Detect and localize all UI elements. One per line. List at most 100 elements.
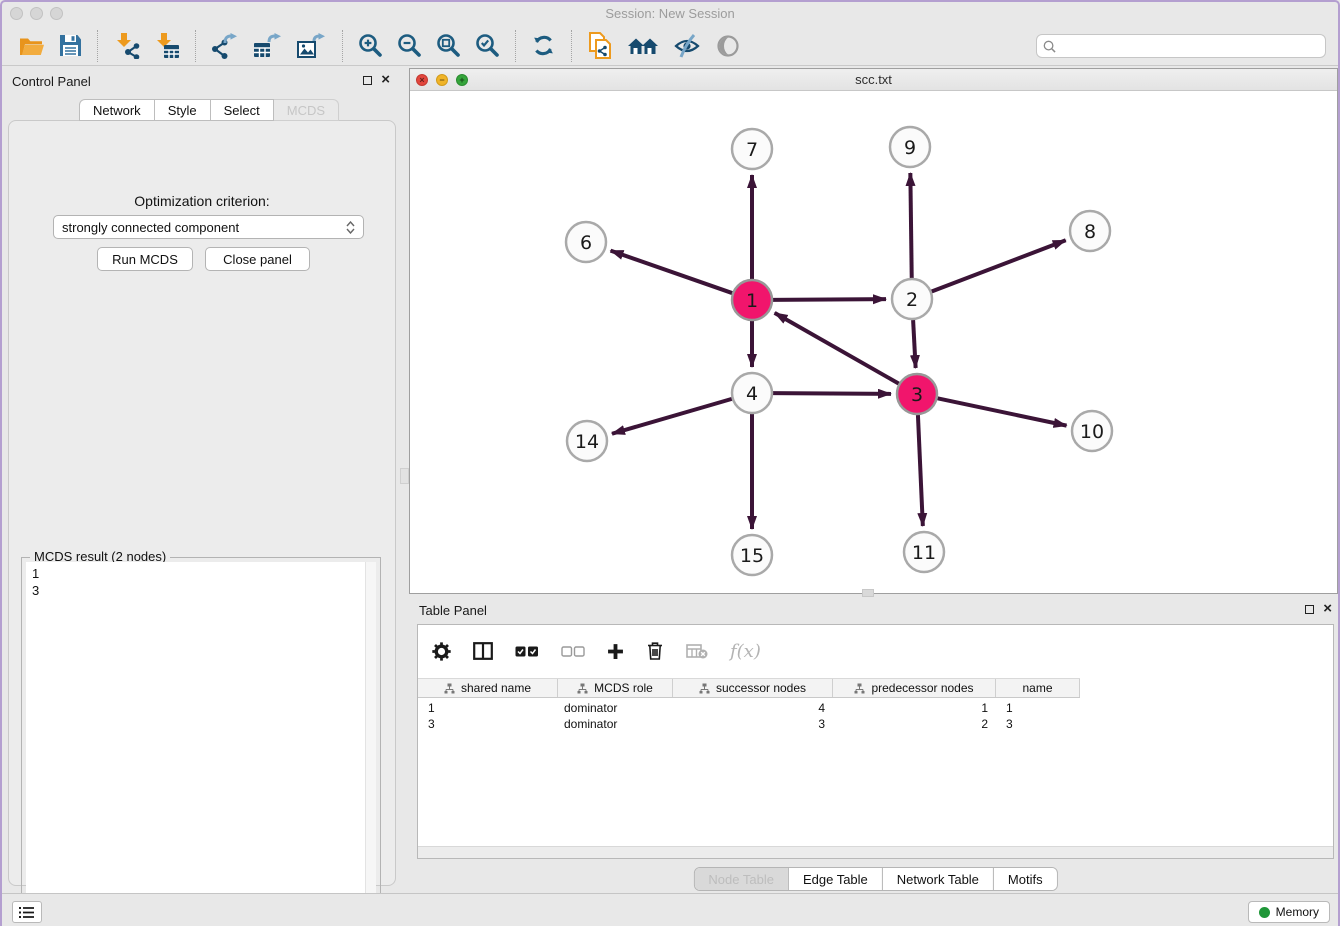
graph-node-6[interactable]: 6 — [566, 222, 606, 262]
export-table-button[interactable] — [253, 30, 283, 62]
column-header-predecessor-nodes[interactable]: predecessor nodes — [833, 679, 996, 697]
column-header-name[interactable]: name — [996, 679, 1080, 697]
node-table-container: f(x) shared name MCDS role successor nod… — [417, 624, 1334, 859]
table-settings-button[interactable] — [432, 642, 451, 661]
svg-text:2: 2 — [906, 289, 918, 311]
graph-node-1[interactable]: 1 — [732, 280, 772, 320]
save-icon — [59, 34, 82, 57]
tab-select[interactable]: Select — [211, 99, 274, 121]
cell-successor-nodes[interactable]: 4 — [673, 700, 833, 716]
tab-network-table[interactable]: Network Table — [882, 868, 993, 890]
graph-node-9[interactable]: 9 — [890, 127, 930, 167]
float-panel-icon[interactable] — [363, 76, 372, 85]
criterion-select[interactable]: strongly connected component — [53, 215, 364, 239]
search-input[interactable] — [1061, 39, 1319, 53]
graph-node-15[interactable]: 15 — [732, 535, 772, 575]
create-column-button[interactable] — [607, 643, 624, 660]
toolbar-separator — [342, 30, 343, 62]
float-panel-icon[interactable] — [1305, 605, 1314, 614]
splitter-grip[interactable] — [862, 589, 874, 597]
graph-edge-3-11[interactable] — [918, 415, 923, 526]
tab-node-table[interactable]: Node Table — [694, 868, 788, 890]
deselect-all-columns-button[interactable] — [561, 646, 585, 657]
open-session-button[interactable] — [19, 30, 45, 62]
graph-node-14[interactable]: 14 — [567, 421, 607, 461]
delete-column-button[interactable] — [646, 641, 664, 661]
cell-name[interactable]: 1 — [996, 700, 1080, 716]
tab-style[interactable]: Style — [155, 99, 211, 121]
export-image-button[interactable] — [297, 30, 327, 62]
cell-predecessor-nodes[interactable]: 1 — [833, 700, 996, 716]
graph-edge-1-2[interactable] — [773, 299, 886, 300]
gear-icon — [432, 642, 451, 661]
table-header-row: shared name MCDS role successor nodes pr… — [418, 678, 1080, 698]
home-button[interactable] — [627, 30, 660, 62]
graph-edge-4-14[interactable] — [612, 399, 732, 434]
close-panel-icon[interactable]: × — [381, 75, 390, 85]
refresh-button[interactable] — [531, 30, 556, 62]
result-scrollbar[interactable] — [365, 562, 376, 926]
cell-shared-name[interactable]: 3 — [418, 716, 558, 732]
split-view-icon — [473, 642, 493, 660]
hide-panels-button[interactable] — [674, 30, 702, 62]
memory-button[interactable]: Memory — [1248, 901, 1330, 923]
graph-node-3[interactable]: 3 — [897, 374, 937, 414]
cell-predecessor-nodes[interactable]: 2 — [833, 716, 996, 732]
tab-motifs[interactable]: Motifs — [993, 868, 1057, 890]
show-column-panel-button[interactable] — [473, 642, 493, 660]
duplicate-network-button[interactable] — [587, 30, 613, 62]
import-network-button[interactable] — [113, 30, 140, 62]
main-toolbar — [2, 26, 1338, 66]
zoom-selected-button[interactable] — [475, 30, 500, 62]
cell-mcds-role[interactable]: dominator — [558, 716, 673, 732]
select-all-columns-button[interactable] — [515, 646, 539, 657]
table-horizontal-scrollbar[interactable] — [418, 846, 1333, 858]
run-mcds-button[interactable]: Run MCDS — [97, 247, 193, 271]
network-graph-canvas[interactable]: 1 2 3 4 6 7 8 9 10 11 14 15 — [410, 91, 1336, 593]
zoom-in-button[interactable] — [358, 30, 383, 62]
tab-network[interactable]: Network — [79, 99, 155, 121]
save-session-button[interactable] — [59, 30, 82, 62]
import-table-button[interactable] — [154, 30, 180, 62]
export-network-button[interactable] — [211, 30, 239, 62]
tab-edge-table[interactable]: Edge Table — [788, 868, 882, 890]
graph-node-11[interactable]: 11 — [904, 532, 944, 572]
graph-edge-3-1[interactable] — [775, 313, 899, 384]
graph-edge-4-3[interactable] — [773, 393, 891, 394]
table-row: 3 dominator 3 2 3 — [418, 716, 1080, 732]
task-history-button[interactable] — [12, 901, 42, 923]
cell-name[interactable]: 3 — [996, 716, 1080, 732]
graph-edge-2-8[interactable] — [932, 240, 1066, 291]
plus-icon — [607, 643, 624, 660]
eye-slash-icon — [674, 34, 702, 58]
close-panel-button[interactable]: Close panel — [205, 247, 310, 271]
graph-node-2[interactable]: 2 — [892, 279, 932, 319]
tab-mcds[interactable]: MCDS — [274, 99, 339, 121]
graph-edge-3-10[interactable] — [938, 398, 1067, 425]
control-panel-tabs: Network Style Select MCDS — [79, 99, 339, 121]
zoom-fit-button[interactable] — [436, 30, 461, 62]
export-network-icon — [211, 33, 239, 59]
eye-disabled-icon — [716, 34, 740, 58]
close-panel-icon[interactable]: × — [1323, 604, 1332, 614]
splitter-grip[interactable] — [400, 468, 409, 484]
column-header-successor-nodes[interactable]: successor nodes — [673, 679, 833, 697]
svg-text:7: 7 — [746, 139, 758, 161]
graph-node-10[interactable]: 10 — [1072, 411, 1112, 451]
graph-node-7[interactable]: 7 — [732, 129, 772, 169]
cell-shared-name[interactable]: 1 — [418, 700, 558, 716]
select-stepper-icon — [346, 221, 355, 234]
graph-edge-2-9[interactable] — [910, 173, 911, 278]
column-header-mcds-role[interactable]: MCDS role — [558, 679, 673, 697]
cell-mcds-role[interactable]: dominator — [558, 700, 673, 716]
mcds-result-list[interactable]: 1 3 — [26, 562, 376, 926]
svg-text:4: 4 — [746, 383, 758, 405]
graph-node-4[interactable]: 4 — [732, 373, 772, 413]
graph-edge-2-3[interactable] — [913, 320, 916, 368]
zoom-out-button[interactable] — [397, 30, 422, 62]
global-search-field[interactable] — [1036, 34, 1326, 58]
column-header-shared-name[interactable]: shared name — [418, 679, 558, 697]
graph-edge-1-6[interactable] — [611, 251, 733, 293]
graph-node-8[interactable]: 8 — [1070, 211, 1110, 251]
cell-successor-nodes[interactable]: 3 — [673, 716, 833, 732]
